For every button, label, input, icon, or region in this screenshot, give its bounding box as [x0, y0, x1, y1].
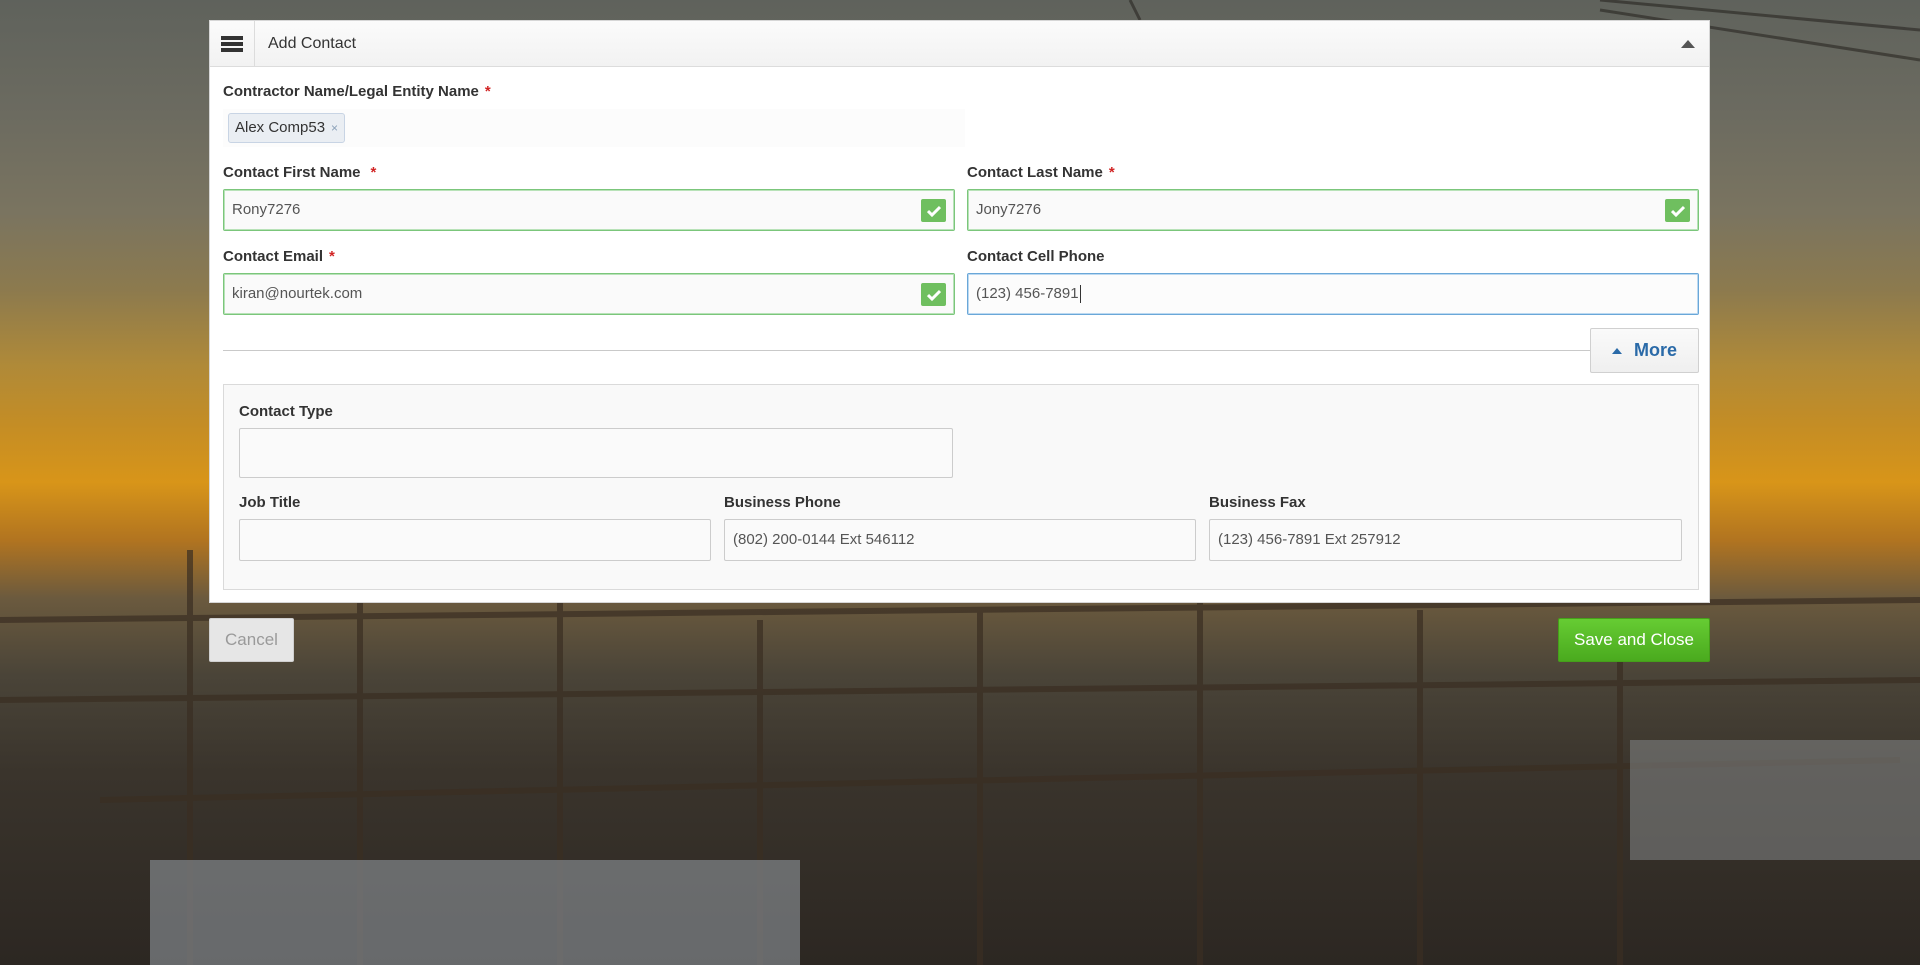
cell-phone-input[interactable]: (123) 456-7891 — [967, 273, 1699, 315]
contractor-select[interactable]: Alex Comp53 × — [223, 109, 965, 147]
required-mark: * — [484, 83, 491, 100]
required-mark: * — [1108, 164, 1115, 181]
first-name-label: Contact First Name * — [223, 164, 377, 181]
more-fields-section: Contact Type Job Title Business Phone (8… — [223, 384, 1699, 590]
first-name-value: Rony7276 — [232, 201, 301, 218]
business-phone-label: Business Phone — [724, 494, 841, 511]
contact-type-label: Contact Type — [239, 403, 333, 420]
business-fax-input[interactable]: (123) 456-7891 Ext 257912 — [1209, 519, 1682, 561]
business-phone-value: (802) 200-0144 Ext 546112 — [733, 531, 915, 548]
job-title-label: Job Title — [239, 494, 301, 511]
text-cursor — [1079, 285, 1081, 304]
business-fax-label: Business Fax — [1209, 494, 1306, 511]
last-name-input[interactable]: Jony7276 — [967, 189, 1699, 231]
last-name-value: Jony7276 — [976, 201, 1042, 218]
triangle-up-icon — [1611, 347, 1622, 354]
hamburger-icon — [221, 35, 243, 52]
email-label: Contact Email * — [223, 248, 335, 265]
menu-button[interactable] — [210, 21, 255, 66]
contractor-label: Contractor Name/Legal Entity Name * — [223, 83, 491, 100]
valid-check-icon — [1665, 199, 1690, 222]
section-divider — [223, 350, 1601, 351]
email-input[interactable]: kiran@nourtek.com — [223, 273, 955, 315]
business-fax-value: (123) 456-7891 Ext 257912 — [1218, 531, 1401, 548]
contractor-tag-label: Alex Comp53 — [235, 119, 326, 136]
collapse-triangle-up-icon[interactable] — [1681, 39, 1695, 49]
business-phone-input[interactable]: (802) 200-0144 Ext 546112 — [724, 519, 1196, 561]
more-label: More — [1633, 340, 1677, 360]
cell-phone-value: (123) 456-7891 — [976, 285, 1079, 302]
job-title-input[interactable] — [239, 519, 711, 561]
required-mark: * — [370, 164, 377, 181]
tag-remove-icon[interactable]: × — [331, 121, 338, 135]
email-value: kiran@nourtek.com — [232, 285, 363, 302]
add-contact-dialog: Add Contact Contractor Name/Legal Entity… — [209, 20, 1710, 603]
dialog-header: Add Contact — [210, 21, 1709, 67]
cell-phone-label: Contact Cell Phone — [967, 248, 1105, 265]
required-mark: * — [329, 248, 335, 265]
more-toggle-button[interactable]: More — [1590, 328, 1699, 373]
valid-check-icon — [921, 283, 946, 306]
contact-type-select[interactable] — [239, 428, 953, 478]
dialog-title: Add Contact — [268, 35, 357, 52]
first-name-input[interactable]: Rony7276 — [223, 189, 955, 231]
contractor-tag: Alex Comp53 × — [228, 113, 346, 143]
save-and-close-button[interactable]: Save and Close — [1558, 618, 1710, 662]
last-name-label: Contact Last Name * — [967, 164, 1115, 181]
valid-check-icon — [921, 199, 946, 222]
cancel-button[interactable]: Cancel — [209, 618, 294, 662]
